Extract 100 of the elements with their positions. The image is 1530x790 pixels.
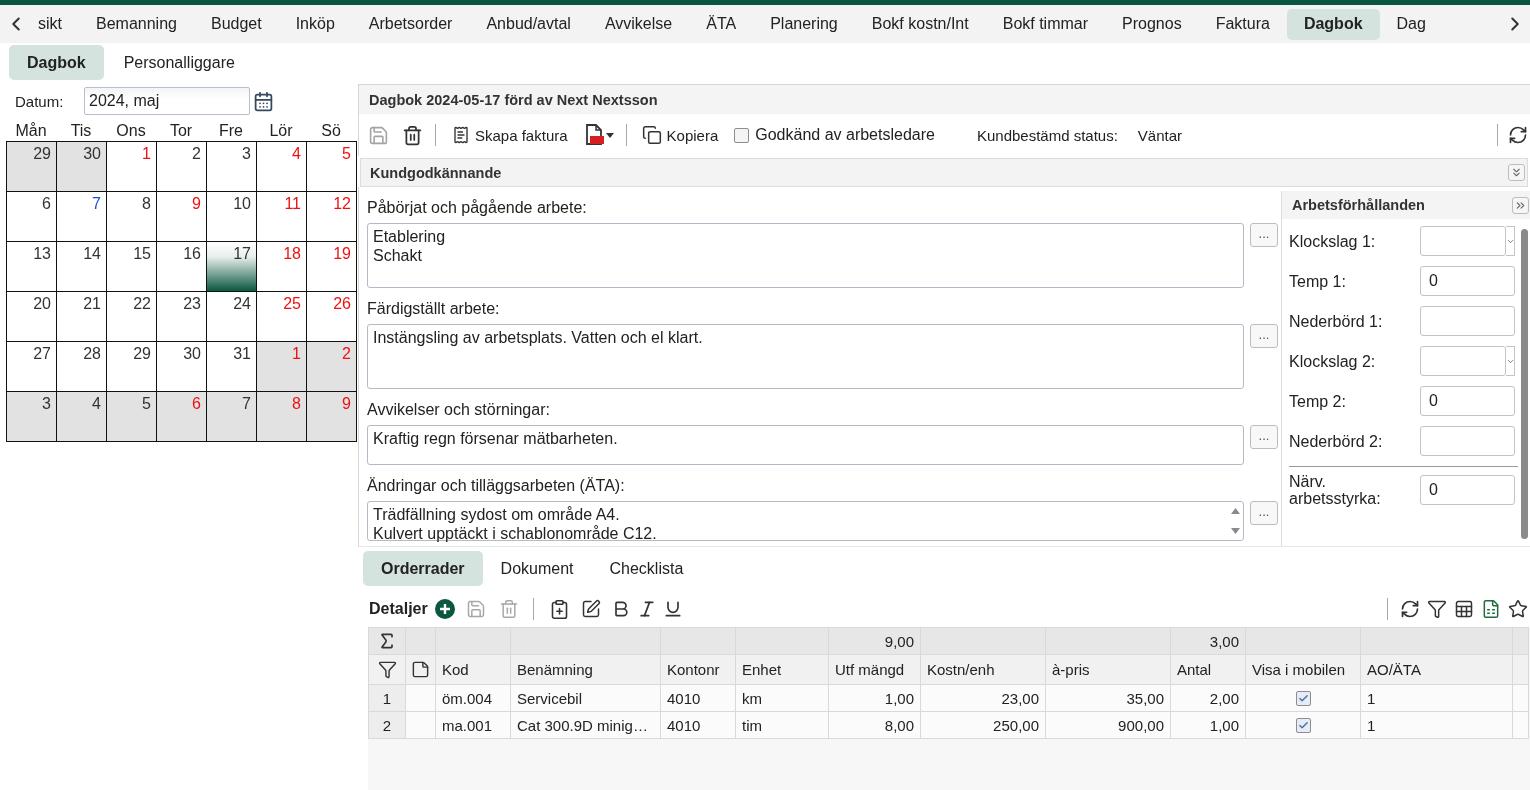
nav-tab[interactable]: Bokf timmar (985, 8, 1106, 40)
column-header[interactable]: Enhet (735, 654, 829, 685)
table-row[interactable]: 2 ma.001 Cat 300.9D minig… 4010 tim 8,00 250,00 900,00 1,00 1 (368, 711, 1529, 739)
nav-tab[interactable]: Bemanning (79, 8, 194, 40)
nav-tab[interactable]: Bokf kostn/Int (854, 8, 986, 40)
create-invoice-button[interactable]: Skapa faktura (452, 126, 568, 144)
calendar-day[interactable]: 9 (157, 192, 207, 242)
calendar-day[interactable]: 29 (7, 142, 57, 192)
column-header[interactable]: Benämning (510, 654, 661, 685)
star-icon[interactable] (1508, 599, 1528, 619)
nav-tab[interactable]: Planering (753, 8, 855, 40)
input-field[interactable] (1420, 306, 1515, 336)
nav-tab[interactable]: sikt (21, 8, 79, 40)
column-header[interactable]: Antal (1170, 654, 1246, 685)
time-field[interactable] (1420, 226, 1506, 256)
filter-icon[interactable] (1427, 599, 1447, 619)
sticky-note-icon[interactable] (411, 660, 430, 679)
column-header[interactable]: Visa i mobilen (1245, 654, 1361, 685)
section-tab[interactable]: Dokument (482, 551, 592, 586)
date-field[interactable]: 2024, maj (84, 87, 250, 115)
time-field[interactable] (1420, 346, 1506, 376)
calendar-day[interactable]: 17 (207, 242, 257, 292)
nav-tab[interactable]: Dagbok (1286, 8, 1380, 40)
calendar-day[interactable]: 21 (57, 292, 107, 342)
calendar-day[interactable]: 19 (307, 242, 357, 292)
calendar-day[interactable]: 28 (57, 342, 107, 392)
sub-tab[interactable]: Personalliggare (105, 45, 253, 80)
calendar-day[interactable]: 11 (257, 192, 307, 242)
section-tab[interactable]: Checklista (591, 551, 702, 586)
calendar-day[interactable]: 6 (7, 192, 57, 242)
spreadsheet-icon[interactable] (1481, 599, 1501, 619)
calendar-day[interactable]: 10 (207, 192, 257, 242)
copy-button[interactable]: Kopiera (641, 125, 719, 145)
table-row[interactable]: 1 öm.004 Servicebil 4010 km 1,00 23,00 35,00 2,00 1 (368, 684, 1529, 712)
calendar-day[interactable]: 25 (257, 292, 307, 342)
column-header[interactable]: à-pris (1045, 654, 1171, 685)
sub-tab[interactable]: Dagbok (9, 45, 104, 80)
calendar-day[interactable]: 4 (257, 142, 307, 192)
refresh-icon[interactable] (1508, 125, 1528, 145)
nav-tab[interactable]: Budget (193, 8, 279, 40)
calendar-day[interactable]: 29 (107, 342, 157, 392)
checkbox[interactable] (1295, 690, 1311, 706)
column-header[interactable]: Kostn/enh (920, 654, 1046, 685)
nav-tab[interactable]: Faktura (1198, 8, 1287, 40)
calendar-day[interactable]: 8 (107, 192, 157, 242)
scroll-arrows-icon[interactable] (1231, 507, 1240, 535)
calendar-day[interactable]: 27 (7, 342, 57, 392)
nav-tab[interactable]: Avvikelse (587, 8, 690, 40)
filter-icon[interactable] (377, 660, 397, 679)
calendar-day[interactable]: 22 (107, 292, 157, 342)
calendar-icon[interactable] (253, 90, 274, 112)
input-field[interactable]: 0 (1420, 386, 1515, 416)
more-button[interactable]: ... (1250, 425, 1278, 449)
input-field[interactable]: 0 (1420, 475, 1515, 505)
input-field[interactable] (1420, 426, 1515, 456)
calendar-day[interactable]: 13 (7, 242, 57, 292)
column-header[interactable]: Kontonr (660, 654, 736, 685)
calendar-day[interactable]: 5 (307, 142, 357, 192)
collapse-button[interactable] (1508, 164, 1525, 181)
calendar-day[interactable]: 7 (57, 192, 107, 242)
section-tab[interactable]: Orderrader (363, 551, 483, 586)
calendar-day[interactable]: 14 (57, 242, 107, 292)
add-icon[interactable] (434, 599, 455, 619)
calendar-day[interactable]: 31 (207, 342, 257, 392)
more-button[interactable]: ... (1250, 324, 1278, 348)
more-button[interactable]: ... (1250, 223, 1278, 247)
calendar-day[interactable]: 15 (107, 242, 157, 292)
input-field[interactable]: 0 (1420, 266, 1515, 296)
column-header[interactable]: Utf mängd (828, 654, 921, 685)
nav-tab[interactable]: Anbud/avtal (469, 8, 588, 40)
nav-tab[interactable]: Inköp (278, 8, 352, 40)
calendar-day[interactable]: 23 (157, 292, 207, 342)
nav-tab[interactable]: Dag (1379, 8, 1443, 40)
calendar-day[interactable]: 7 (207, 392, 257, 442)
calendar-day[interactable]: 4 (57, 392, 107, 442)
calendar-day[interactable]: 16 (157, 242, 207, 292)
nav-tab[interactable]: Prognos (1105, 8, 1199, 40)
file-dropdown-button[interactable] (583, 124, 614, 146)
expand-button[interactable] (1512, 196, 1529, 214)
calendar-day[interactable]: 3 (207, 142, 257, 192)
text-area[interactable]: Kraftig regn försenar mätbarheten. (367, 425, 1244, 465)
calendar-day[interactable]: 12 (307, 192, 357, 242)
column-header[interactable]: AO/ÄTA (1360, 654, 1513, 685)
refresh-icon[interactable] (1400, 599, 1420, 619)
calendar-day[interactable]: 5 (107, 392, 157, 442)
checkbox[interactable] (1295, 717, 1311, 733)
calendar-day[interactable]: 1 (107, 142, 157, 192)
scrollbar-thumb[interactable] (1521, 229, 1528, 539)
text-area[interactable]: Etablering Schakt (367, 223, 1244, 288)
calendar-day[interactable]: 2 (157, 142, 207, 192)
calendar-day[interactable]: 30 (57, 142, 107, 192)
calendar-day[interactable]: 24 (207, 292, 257, 342)
more-button[interactable]: ... (1250, 501, 1278, 525)
nav-tab[interactable]: Arbetsorder (351, 8, 470, 40)
calendar-day[interactable]: 26 (307, 292, 357, 342)
text-area[interactable]: Instängsling av arbetsplats. Vatten och el klart. (367, 324, 1244, 389)
edit-icon[interactable] (580, 599, 601, 619)
calendar-day[interactable]: 18 (257, 242, 307, 292)
text-area[interactable]: Trädfällning sydost om område A4. Kulvert upptäckt i schablonområde C12. (367, 501, 1244, 541)
calendar-day[interactable]: 30 (157, 342, 207, 392)
